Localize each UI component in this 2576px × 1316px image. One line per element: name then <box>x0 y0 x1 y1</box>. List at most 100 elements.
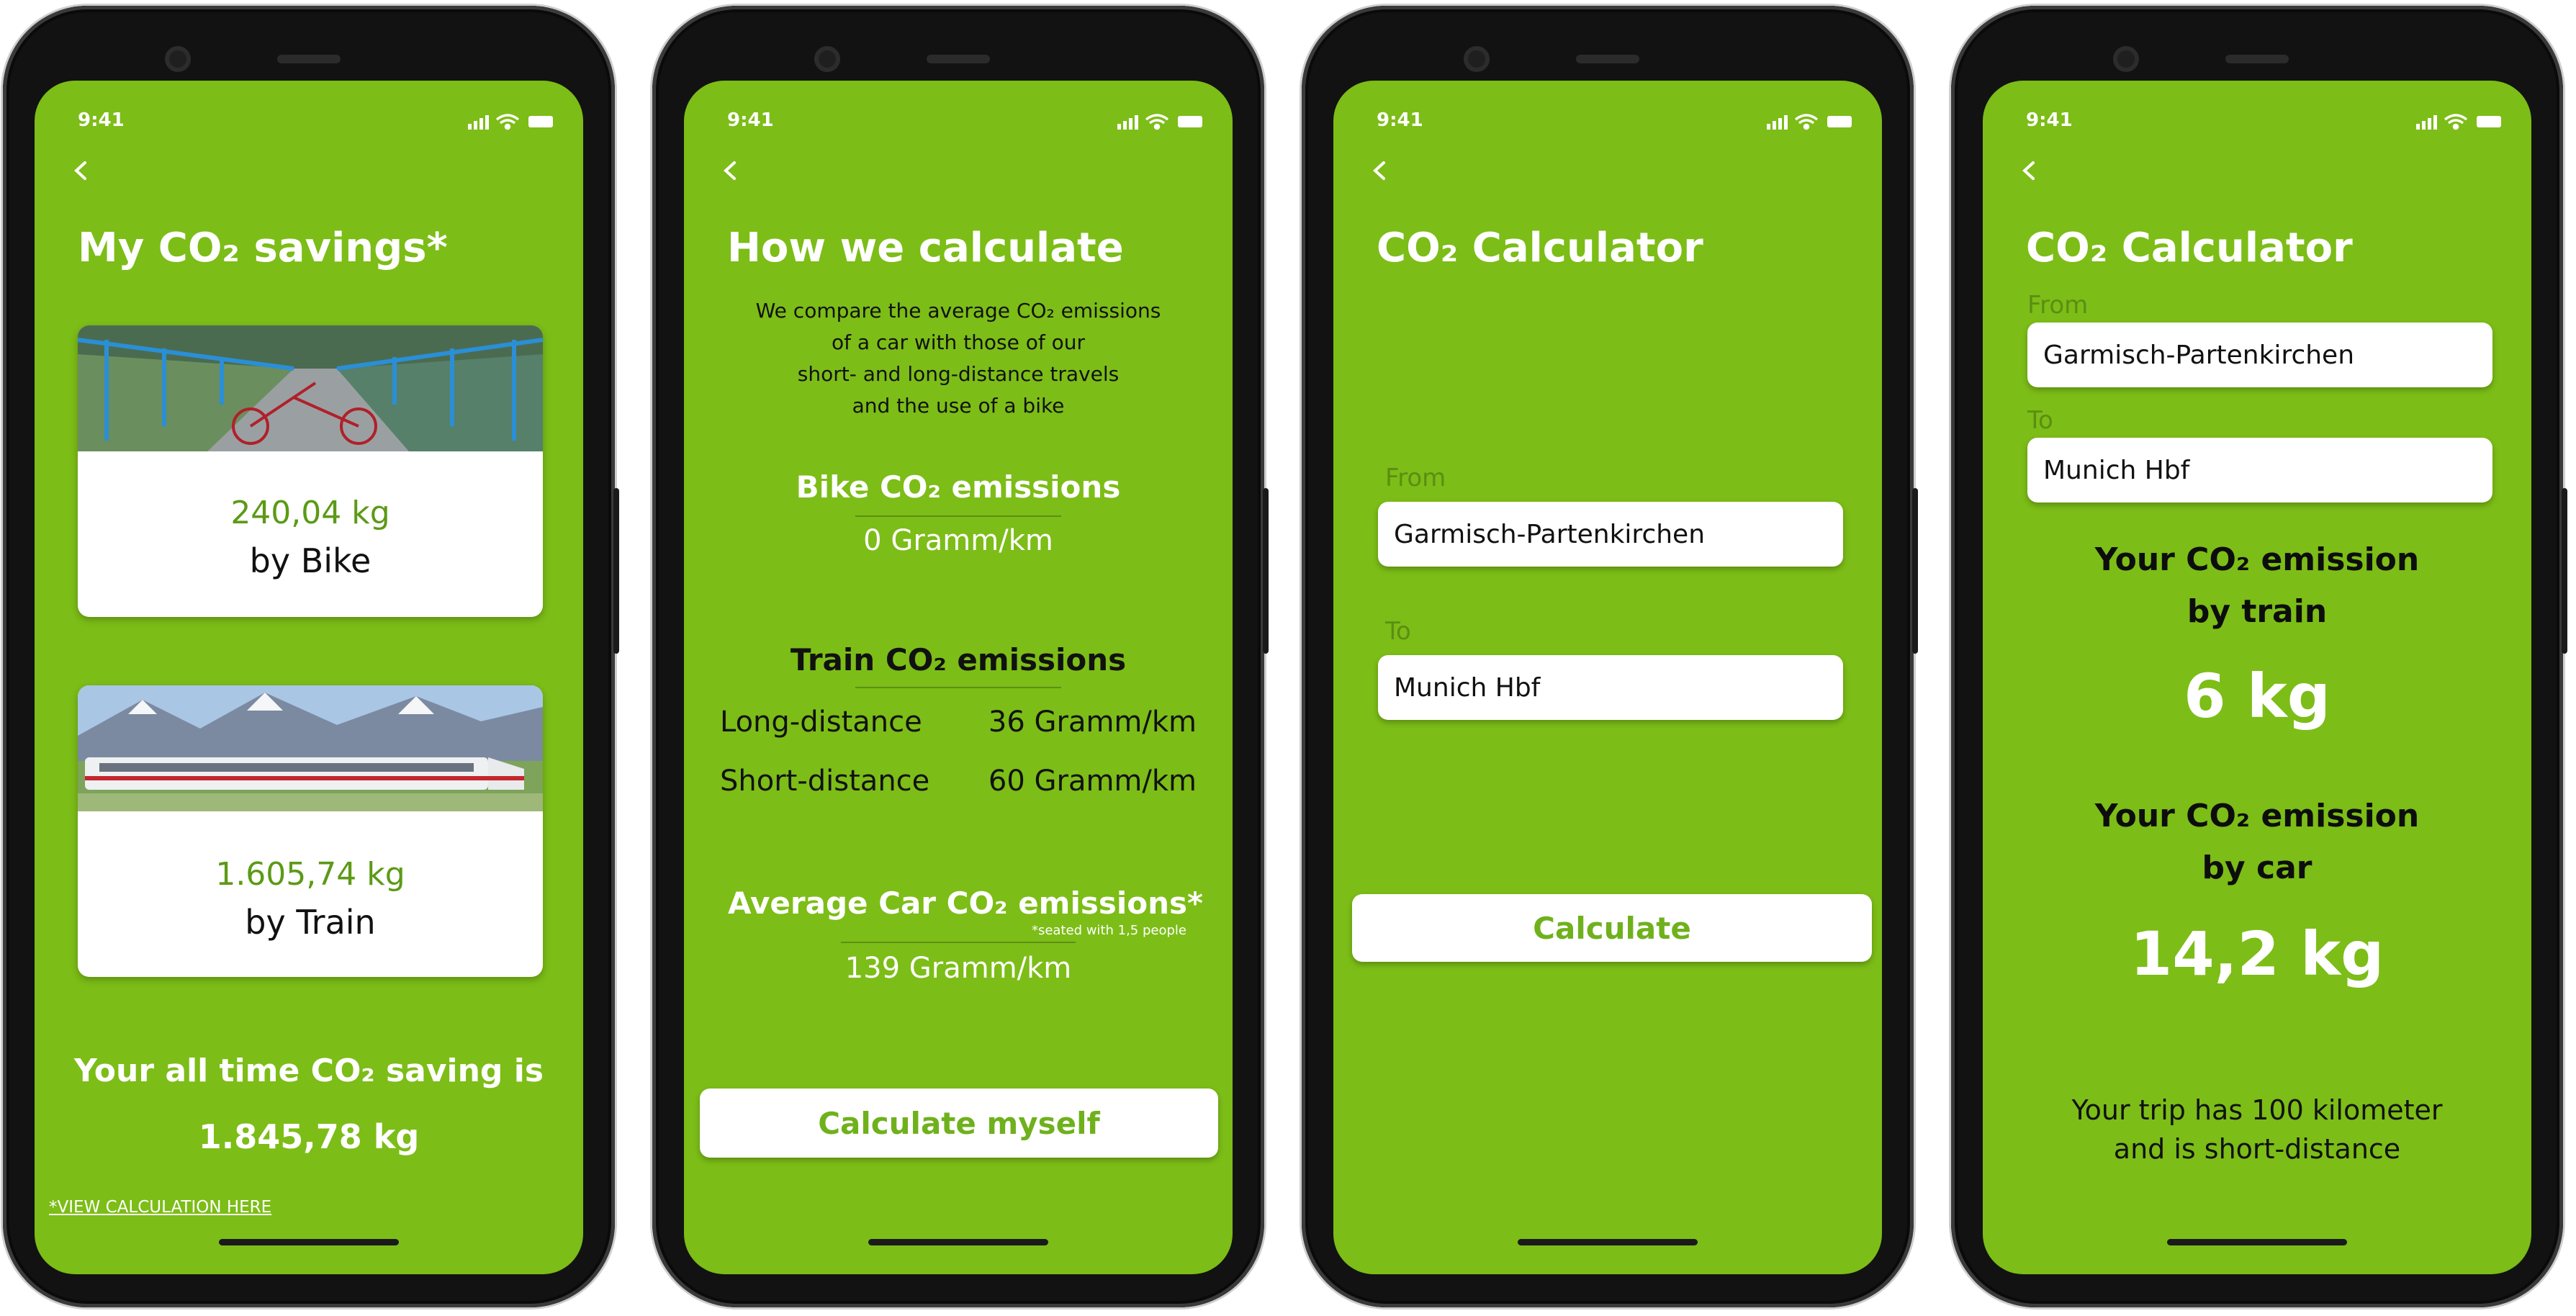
status-bar: 9:41 <box>727 107 1204 138</box>
back-arrow-icon[interactable] <box>719 158 743 183</box>
car-emission-value: 14,2 kg <box>2130 919 2384 989</box>
train-long-value: 36 Gramm/km <box>988 706 1197 739</box>
bike-emissions-value: 0 Gramm/km <box>863 524 1053 557</box>
signal-icon <box>1767 115 1788 130</box>
status-bar: 9:41 <box>78 107 554 138</box>
back-arrow-icon[interactable] <box>2017 158 2042 183</box>
train-savings-label: by Train <box>245 903 376 942</box>
home-indicator[interactable] <box>2167 1239 2347 1245</box>
front-camera <box>1464 46 1490 72</box>
wifi-icon <box>2444 114 2468 130</box>
calculator-result-screen: 9:41 CO₂ Calculator From Garmisch-Parten… <box>1983 81 2531 1274</box>
status-time: 9:41 <box>2026 109 2073 131</box>
home-indicator[interactable] <box>868 1239 1048 1245</box>
earpiece-speaker <box>2225 55 2289 63</box>
status-time: 9:41 <box>727 109 774 131</box>
train-short-value: 60 Gramm/km <box>988 765 1197 798</box>
savings-screen: 9:41 My CO₂ savings* 240,04 kg by Bike 1… <box>35 81 583 1274</box>
to-label: To <box>2027 406 2053 435</box>
home-indicator[interactable] <box>1518 1239 1698 1245</box>
status-icons <box>1117 114 1202 130</box>
power-button <box>2562 488 2567 654</box>
battery-icon <box>528 116 553 127</box>
signal-icon <box>1117 115 1138 130</box>
home-indicator[interactable] <box>219 1239 399 1245</box>
back-arrow-icon[interactable] <box>69 158 94 183</box>
page-title: How we calculate <box>727 225 1124 271</box>
intro-text: We compare the average CO₂ emissions of … <box>684 295 1233 422</box>
phone-frame-savings: 9:41 My CO₂ savings* 240,04 kg by Bike 1… <box>3 6 619 1307</box>
all-time-saving-value: 1.845,78 kg <box>198 1117 420 1156</box>
status-bar: 9:41 <box>1377 107 1853 138</box>
intro-line: We compare the average CO₂ emissions <box>755 299 1161 323</box>
intro-line: and the use of a bike <box>852 394 1065 418</box>
power-button <box>1912 488 1918 654</box>
car-emissions-value: 139 Gramm/km <box>845 952 1072 985</box>
from-input[interactable]: Garmisch-Partenkirchen <box>1378 502 1843 567</box>
battery-icon <box>1827 116 1852 127</box>
phone-frame-result: 9:41 CO₂ Calculator From Garmisch-Parten… <box>1951 6 2567 1307</box>
battery-icon <box>1178 116 1202 127</box>
wifi-icon <box>1145 114 1169 130</box>
earpiece-speaker <box>277 55 341 63</box>
divider <box>855 515 1061 517</box>
car-emissions-title: Average Car CO₂ emissions* <box>728 885 1203 921</box>
page-title: My CO₂ savings* <box>78 225 448 271</box>
car-emission-subheading: by car <box>2202 849 2312 886</box>
car-emission-heading: Your CO₂ emission <box>2094 798 2420 834</box>
view-calculation-link[interactable]: *VIEW CALCULATION HERE <box>49 1198 271 1217</box>
to-input[interactable]: Munich Hbf <box>2027 438 2492 502</box>
signal-icon <box>468 115 489 130</box>
how-we-calculate-screen: 9:41 How we calculate We compare the ave… <box>684 81 1233 1274</box>
bike-emissions-title: Bike CO₂ emissions <box>796 469 1121 505</box>
phone-frame-calculator: 9:41 CO₂ Calculator From Garmisch-Parten… <box>1302 6 1918 1307</box>
front-camera <box>2113 46 2139 72</box>
all-time-saving-label: Your all time CO₂ saving is <box>73 1053 544 1089</box>
calculate-button[interactable]: Calculate <box>1352 894 1872 962</box>
battery-icon <box>2477 116 2501 127</box>
bike-savings-label: by Bike <box>249 541 371 580</box>
back-arrow-icon[interactable] <box>1368 158 1392 183</box>
status-bar: 9:41 <box>2026 107 2503 138</box>
train-emissions-title: Train CO₂ emissions <box>790 642 1127 677</box>
trip-note-line: and is short-distance <box>2113 1133 2401 1165</box>
status-icons <box>1767 114 1852 130</box>
car-emissions-note: *seated with 1,5 people <box>1031 923 1186 938</box>
wifi-icon <box>1794 114 1819 130</box>
earpiece-speaker <box>1576 55 1639 63</box>
bike-savings-value: 240,04 kg <box>230 495 390 531</box>
from-label: From <box>1385 464 1446 492</box>
train-emission-heading: Your CO₂ emission <box>2094 541 2420 578</box>
trip-note-line: Your trip has 100 kilometer <box>2071 1094 2443 1126</box>
page-title: CO₂ Calculator <box>2026 225 2353 271</box>
to-label: To <box>1385 617 1411 646</box>
power-button <box>613 488 619 654</box>
train-photo <box>78 685 543 811</box>
signal-icon <box>2416 115 2437 130</box>
status-time: 9:41 <box>1377 109 1423 131</box>
train-savings-value: 1.605,74 kg <box>215 856 405 893</box>
from-label: From <box>2027 291 2089 320</box>
calculate-myself-button[interactable]: Calculate myself <box>700 1089 1218 1158</box>
divider <box>841 942 1076 943</box>
power-button <box>1263 488 1269 654</box>
page-title: CO₂ Calculator <box>1377 225 1703 271</box>
train-savings-card[interactable]: 1.605,74 kg by Train <box>78 685 543 977</box>
bike-bridge-photo <box>78 325 543 451</box>
intro-line: of a car with those of our <box>831 330 1086 354</box>
status-time: 9:41 <box>78 109 125 131</box>
wifi-icon <box>495 114 520 130</box>
train-long-label: Long-distance <box>720 706 922 739</box>
divider <box>855 687 1061 688</box>
from-input[interactable]: Garmisch-Partenkirchen <box>2027 323 2492 387</box>
phone-frame-how: 9:41 How we calculate We compare the ave… <box>652 6 1269 1307</box>
front-camera <box>165 46 191 72</box>
status-icons <box>468 114 553 130</box>
to-input[interactable]: Munich Hbf <box>1378 655 1843 720</box>
calculator-input-screen: 9:41 CO₂ Calculator From Garmisch-Parten… <box>1333 81 1882 1274</box>
earpiece-speaker <box>927 55 990 63</box>
train-emission-value: 6 kg <box>2184 661 2330 731</box>
bike-savings-card[interactable]: 240,04 kg by Bike <box>78 325 543 617</box>
front-camera <box>814 46 840 72</box>
status-icons <box>2416 114 2501 130</box>
